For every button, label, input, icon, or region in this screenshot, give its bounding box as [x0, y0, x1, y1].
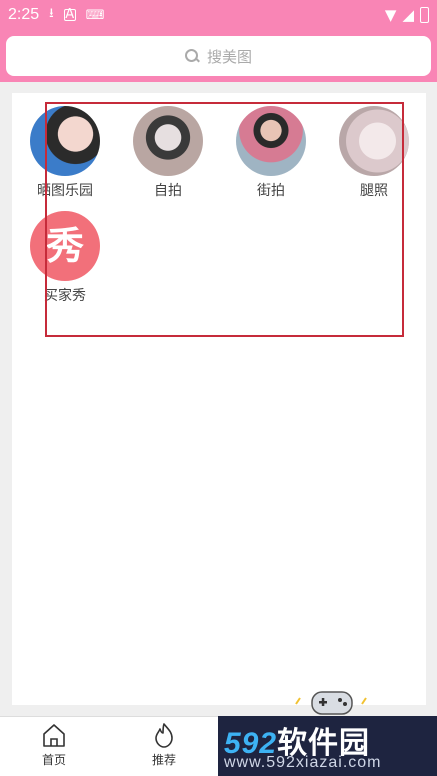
gamepad-icon [295, 691, 367, 715]
battery-icon [420, 7, 429, 23]
category-label: 街拍 [257, 183, 285, 199]
category-item-jiepai[interactable]: 街拍 [231, 106, 311, 200]
nav-recommend-label: 推荐 [151, 753, 176, 767]
wifi-icon: ▼ [384, 6, 397, 24]
a-box-icon: A [63, 7, 76, 22]
category-label: 晒图乐园 [37, 183, 93, 199]
nav-home[interactable]: 首页 [24, 721, 84, 768]
category-avatar [236, 106, 306, 176]
download-icon: ⭳ [49, 6, 54, 21]
status-time: 2:25 [8, 6, 40, 23]
home-icon [43, 724, 65, 747]
category-item-shaitu[interactable]: 晒图乐园 [25, 106, 105, 200]
category-label: 买家秀 [44, 288, 86, 304]
site-watermark: 592软件园 www.592xiazai.com [218, 716, 437, 776]
nav-recommend[interactable]: 推荐 [134, 721, 194, 768]
header: 搜美图 [0, 30, 437, 82]
status-right-icons: ▼ ◢ [385, 6, 429, 24]
category-label: 腿照 [360, 183, 388, 199]
search-placeholder: 搜美图 [206, 47, 252, 66]
category-avatar [30, 106, 100, 176]
nav-home-label: 首页 [41, 753, 66, 767]
xiu-badge-icon: 秀 [30, 211, 100, 281]
fire-icon [155, 723, 173, 748]
keyboard-icon: ⌨ [85, 7, 105, 23]
category-item-maijiaxiu[interactable]: 秀 买家秀 [25, 211, 105, 305]
category-avatar [133, 106, 203, 176]
signal-icon: ◢ [402, 6, 414, 24]
category-item-tuizhao[interactable]: 腿照 [334, 106, 414, 200]
search-input[interactable]: 搜美图 [6, 36, 431, 76]
category-item-zipai[interactable]: 自拍 [128, 106, 208, 200]
category-avatar [339, 106, 409, 176]
category-label: 自拍 [154, 183, 182, 199]
search-icon [184, 49, 199, 63]
status-bar: 2:25 ⭳ A ⌨ ▼ ◢ [0, 0, 437, 30]
watermark-url: www.592xiazai.com [224, 754, 382, 771]
